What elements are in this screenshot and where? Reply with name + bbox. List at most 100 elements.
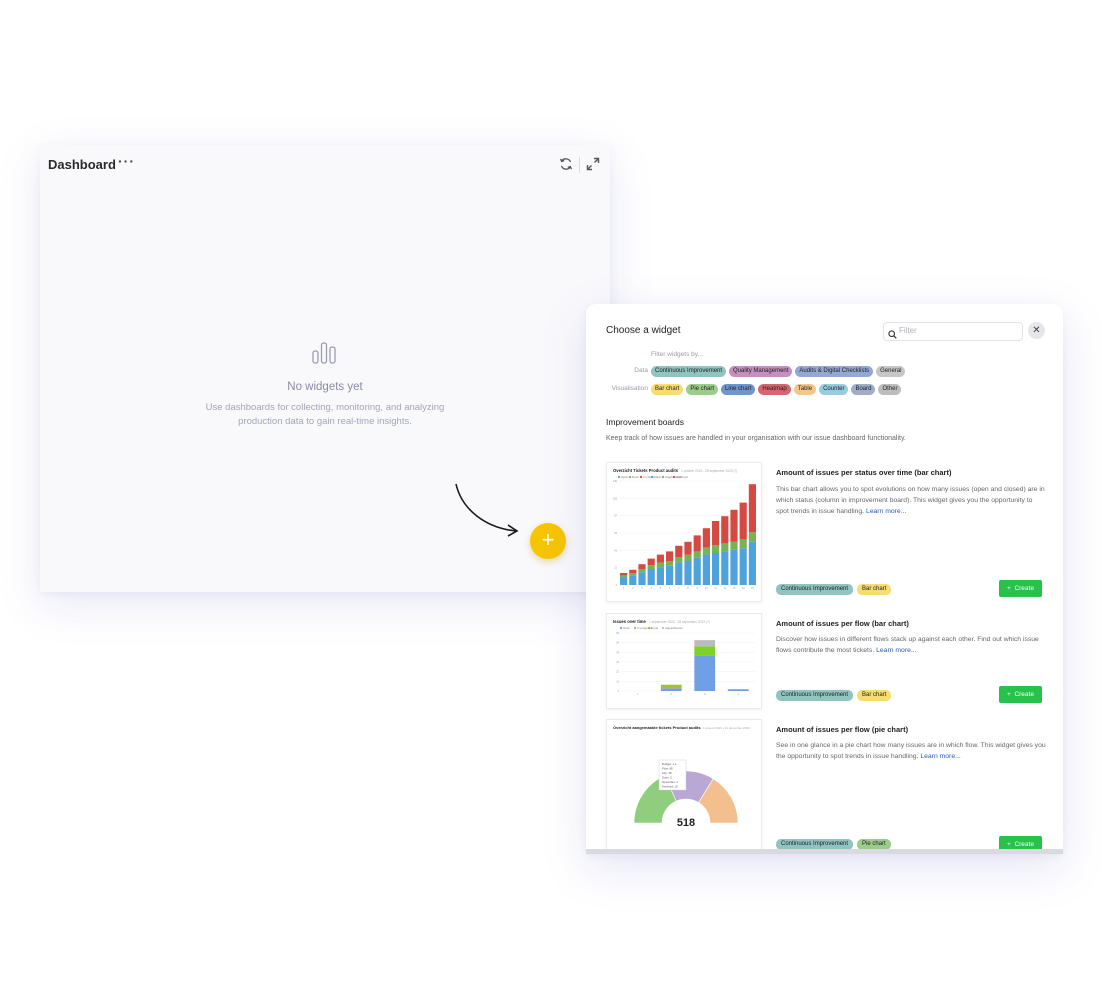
learn-more-link[interactable]: Learn more... (866, 508, 906, 515)
hint-arrow-icon (450, 480, 525, 545)
widget-tag: Continuous Improvement (776, 584, 854, 595)
preview-title: Overzicht aangemaakte tickets Product au… (613, 725, 701, 730)
tooltip-line: City: 18 (662, 771, 672, 775)
data-filter-chip[interactable]: Audits & Digital Checklists (795, 366, 874, 377)
visualisation-filter-chip[interactable]: Other (878, 384, 902, 395)
tick-label: 65 (616, 632, 619, 635)
widget-title: Amount of issues per status over time (b… (776, 468, 952, 477)
widget-description: See in one glance in a pie chart how man… (776, 740, 1046, 762)
bar-segment (684, 541, 692, 555)
legend-marker (639, 475, 643, 479)
bar-segment (660, 684, 682, 687)
widget-description: This bar chart allows you to spot evolut… (776, 484, 1046, 517)
widget-title: Amount of issues per flow (pie chart) (776, 725, 909, 734)
modal-scroll-edge (586, 849, 1063, 854)
close-button[interactable]: ✕ (1028, 322, 1045, 339)
empty-state-title: No widgets yet (287, 381, 363, 393)
category-label: 8 (687, 587, 689, 590)
learn-more-link[interactable]: Learn more... (920, 753, 960, 760)
data-filter-chip[interactable]: General (876, 366, 906, 377)
widget-preview-pie-flow[interactable]: Overzicht aangemaakte tickets Product au… (606, 719, 762, 854)
add-widget-button[interactable]: + (530, 523, 566, 559)
bar-segment (684, 561, 692, 585)
bar-segment (712, 545, 720, 553)
bar-segment (748, 532, 756, 542)
bar-segment (647, 565, 655, 569)
pie-chart-preview: Overzicht aangemaakte tickets Product au… (613, 725, 750, 845)
bar-segment (693, 535, 701, 552)
visualisation-filter-chip[interactable]: Line chart (721, 384, 756, 395)
tick-label: 33 (616, 661, 619, 664)
dashboard-menu-button[interactable]: ··· (118, 153, 135, 169)
bar-segment (647, 569, 655, 585)
refresh-icon[interactable] (559, 157, 573, 176)
legend-marker (647, 626, 651, 630)
data-filter-chip[interactable]: Continuous Improvement (651, 366, 727, 377)
bar-segment (675, 562, 683, 585)
bar-segment (675, 557, 683, 563)
bar-segment (739, 539, 747, 549)
visualisation-filter-label: Visualisation (611, 385, 648, 392)
bar-segment (638, 569, 646, 573)
bar-segment (748, 484, 756, 533)
tick-label: 43 (616, 651, 619, 654)
create-button[interactable]: + Create (999, 580, 1042, 597)
category-label: 9 (697, 587, 699, 590)
bar-segment (748, 541, 756, 585)
toolbar-divider (579, 157, 580, 173)
bar-segment (730, 509, 738, 542)
widget-tag: Bar chart (857, 690, 892, 701)
category-label: 2 (632, 587, 634, 590)
bar-chart-preview: Issues over time 1 september 2023 - 28 s… (613, 619, 755, 696)
dashboard-title: Dashboard (48, 157, 116, 172)
legend-label: Klaar (654, 475, 661, 479)
create-button[interactable]: + Create (999, 686, 1042, 703)
bar-segment (684, 554, 692, 561)
data-filter-chip[interactable]: Quality Management (729, 366, 793, 377)
tick-label: 22 (616, 671, 619, 674)
preview-subtitle: 1 januari 2023 - 31 december 2023 (703, 726, 750, 730)
expand-icon[interactable] (586, 157, 600, 176)
bar-segment (629, 575, 637, 585)
category-label: 6 (669, 587, 671, 590)
bar-segment (656, 567, 664, 585)
legend-marker (619, 626, 623, 630)
section-description: Keep track of how issues are handled in … (606, 435, 906, 442)
bar-segment (656, 554, 664, 563)
bar-segment (647, 558, 655, 565)
category-label: 3 (704, 693, 706, 696)
bar-segment (638, 564, 646, 569)
visualisation-filter-chip[interactable]: Bar chart (651, 384, 684, 395)
bar-segment (727, 689, 749, 691)
bar-segment (660, 688, 682, 691)
filter-input[interactable]: Filter (883, 322, 1023, 341)
learn-more-link[interactable]: Learn more... (876, 647, 916, 654)
legend-marker (628, 475, 632, 479)
empty-state-description: Use dashboards for collecting, monitorin… (205, 402, 445, 427)
bar-segment (666, 561, 674, 566)
visualisation-filter-chip[interactable]: Heatmap (758, 384, 791, 395)
bar-segment (666, 551, 674, 561)
tick-label: 130 (613, 480, 618, 483)
bar-segment (721, 551, 729, 585)
bar-segment (694, 640, 716, 647)
visualisation-filter-chip[interactable]: Counter (819, 384, 849, 395)
category-label: 1 (637, 693, 639, 696)
bar-segment (666, 565, 674, 585)
widget-description: Discover how issues in different flows s… (776, 634, 1046, 656)
choose-widget-modal: Choose a widget Filter ✕ Filter widgets … (586, 304, 1063, 854)
visualisation-filter-chip[interactable]: Board (851, 384, 876, 395)
widget-preview-bar-flow[interactable]: Issues over time 1 september 2023 - 28 s… (606, 613, 762, 709)
tooltip-line: Gevonden: 1 (662, 780, 678, 784)
bar-segment (660, 686, 682, 689)
bar-segment (620, 575, 628, 577)
category-label: 2 (671, 693, 673, 696)
category-label: 5 (660, 587, 662, 590)
visualisation-filter-chip[interactable]: Table (793, 384, 817, 395)
widget-tags: Continuous Improvement Bar chart (776, 584, 892, 595)
preview-legend: Todo In progressDone Ingeschreven (619, 626, 683, 630)
widget-preview-bar-status[interactable]: Overzicht Tickets Product audits 1 octob… (606, 462, 762, 602)
tick-label: 0 (616, 584, 618, 587)
tick-label: 54 (616, 642, 619, 645)
visualisation-filter-chip[interactable]: Pie chart (686, 384, 719, 395)
